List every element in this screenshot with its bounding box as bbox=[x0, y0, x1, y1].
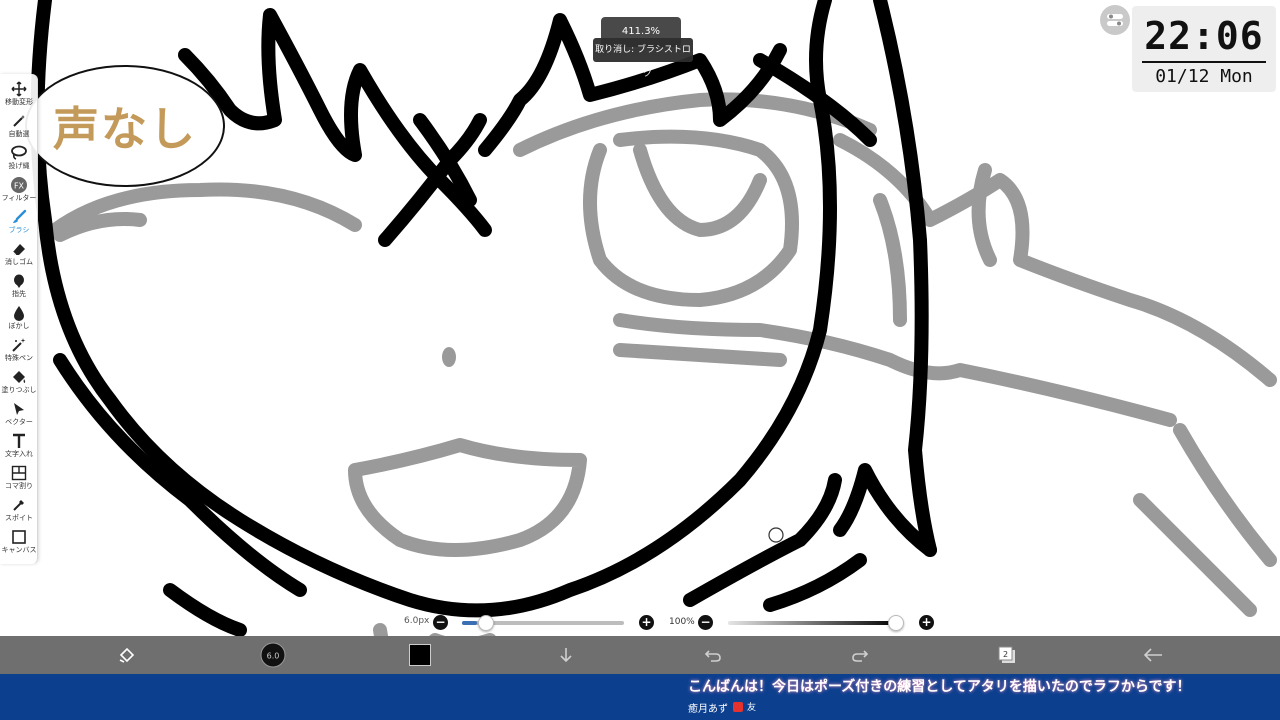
tool-label: 移動変形 bbox=[5, 98, 33, 106]
chat-author: 癒月あず bbox=[688, 704, 728, 715]
tool-label: フィルター bbox=[1, 194, 37, 202]
color-swatch bbox=[409, 644, 431, 666]
tool-label: 指先 bbox=[12, 290, 26, 298]
brush-slider-strip: 6.0px − + 100% − + bbox=[0, 610, 1280, 636]
tool-label: 投げ縄 bbox=[8, 162, 30, 170]
move-icon bbox=[10, 80, 28, 98]
tool-label: コマ割り bbox=[5, 482, 33, 490]
chat-ticker: こんばんは！今日はポーズ付きの練習としてアタリを描いたのでラフからです！ 癒月あ… bbox=[0, 674, 1280, 720]
tool-fill[interactable]: 塗りつぶし bbox=[0, 366, 38, 398]
tool-label: 文字入れ bbox=[5, 450, 33, 458]
tool-label: 自動選 bbox=[8, 130, 30, 138]
tool-canvas[interactable]: キャンバス bbox=[0, 526, 38, 558]
no-voice-bubble: 声なし bbox=[25, 65, 225, 187]
vector-icon bbox=[10, 400, 28, 418]
tool-sidebar: 移動変形 自動選 投げ縄 FX フィルター ブラシ 消しゴム 指先 ぼかし 特殊… bbox=[0, 74, 38, 564]
undo-toast: 取り消し: ブラシストローク bbox=[593, 38, 693, 79]
text-icon bbox=[10, 432, 28, 450]
tool-finger[interactable]: 指先 bbox=[0, 270, 38, 302]
member-badge-text: 友 bbox=[747, 703, 757, 713]
opacity-minus-button[interactable]: − bbox=[698, 615, 713, 630]
member-badge-icon bbox=[733, 702, 743, 712]
transform-button[interactable] bbox=[112, 640, 142, 670]
brush-size-knob[interactable] bbox=[477, 615, 494, 631]
download-icon bbox=[560, 648, 572, 663]
tool-lasso[interactable]: 投げ縄 bbox=[0, 142, 38, 174]
opacity-knob[interactable] bbox=[888, 615, 904, 631]
clock-date: 01/12 Mon bbox=[1155, 66, 1253, 87]
tool-label: キャンバス bbox=[1, 546, 37, 554]
color-button[interactable] bbox=[405, 640, 435, 670]
brush-size-value: 6.0px bbox=[404, 616, 430, 626]
brush-size-button[interactable]: 6.0 bbox=[258, 640, 288, 670]
opacity-value: 100% bbox=[669, 617, 695, 627]
tool-move[interactable]: 移動変形 bbox=[0, 78, 38, 110]
tool-label: 特殊ペン bbox=[5, 354, 33, 362]
finger-icon bbox=[10, 272, 28, 290]
rough-sketch-layer bbox=[48, 92, 1277, 636]
eraser-icon bbox=[10, 240, 28, 258]
chat-message: こんばんは！今日はポーズ付きの練習としてアタリを描いたのでラフからです！ bbox=[688, 679, 1191, 695]
layers-icon: 2 bbox=[998, 646, 1015, 663]
save-button[interactable] bbox=[551, 640, 581, 670]
brush-size-icon: 6.0 bbox=[260, 642, 286, 668]
panel-icon bbox=[10, 464, 28, 482]
fill-icon bbox=[10, 368, 28, 386]
redo-icon bbox=[852, 650, 869, 662]
tool-brush[interactable]: ブラシ bbox=[0, 206, 38, 238]
clock-widget: 22:06 01/12 Mon bbox=[1132, 6, 1276, 92]
blur-icon bbox=[10, 304, 28, 322]
tool-label: ぼかし bbox=[8, 322, 30, 330]
tool-special-pen[interactable]: 特殊ペン bbox=[0, 334, 38, 366]
tool-label: ベクター bbox=[5, 418, 33, 426]
brush-size-minus-button[interactable]: − bbox=[433, 615, 448, 630]
tool-label: スポイト bbox=[5, 514, 33, 522]
tool-blur[interactable]: ぼかし bbox=[0, 302, 38, 334]
svg-text:FX: FX bbox=[14, 182, 25, 191]
opacity-track[interactable] bbox=[728, 621, 898, 625]
eyedropper-icon bbox=[10, 496, 28, 514]
tool-filter[interactable]: FX フィルター bbox=[0, 174, 38, 206]
layers-button[interactable]: 2 bbox=[992, 640, 1022, 670]
transform-icon bbox=[119, 647, 135, 663]
tool-label: 消しゴム bbox=[5, 258, 33, 266]
tool-eyedropper[interactable]: スポイト bbox=[0, 494, 38, 526]
opacity-plus-button[interactable]: + bbox=[919, 615, 934, 630]
special-pen-icon bbox=[10, 336, 28, 354]
back-icon bbox=[1143, 648, 1162, 662]
tool-text[interactable]: 文字入れ bbox=[0, 430, 38, 462]
tool-label: ブラシ bbox=[8, 226, 30, 234]
brush-icon bbox=[10, 208, 28, 226]
undo-icon bbox=[704, 650, 721, 662]
lasso-icon bbox=[10, 144, 28, 162]
tool-eraser[interactable]: 消しゴム bbox=[0, 238, 38, 270]
fx-icon: FX bbox=[10, 176, 28, 194]
no-voice-label: 声なし bbox=[53, 102, 197, 156]
bottom-action-bar: 6.0 2 bbox=[0, 636, 1280, 674]
redo-button[interactable] bbox=[845, 640, 875, 670]
back-button[interactable] bbox=[1138, 640, 1168, 670]
brush-cursor-icon bbox=[768, 527, 784, 543]
tool-label: 塗りつぶし bbox=[1, 386, 37, 394]
toggle-icon bbox=[1107, 14, 1123, 26]
tool-magic-wand[interactable]: 自動選 bbox=[0, 110, 38, 142]
svg-text:2: 2 bbox=[1003, 650, 1008, 659]
nose-mark bbox=[442, 347, 456, 367]
tool-vector[interactable]: ベクター bbox=[0, 398, 38, 430]
undo-button[interactable] bbox=[698, 640, 728, 670]
settings-toggle-button[interactable] bbox=[1100, 5, 1130, 35]
tool-panel[interactable]: コマ割り bbox=[0, 462, 38, 494]
svg-text:6.0: 6.0 bbox=[267, 652, 280, 661]
canvas-icon bbox=[10, 528, 28, 546]
drawing-app-screen: 声なし 移動変形 自動選 投げ縄 FX フィルター ブラシ 消しゴム 指先 ぼか… bbox=[0, 0, 1280, 720]
magic-wand-icon bbox=[10, 112, 28, 130]
clock-divider bbox=[1142, 61, 1266, 63]
brush-size-plus-button[interactable]: + bbox=[639, 615, 654, 630]
clock-time: 22:06 bbox=[1144, 14, 1264, 58]
brush-size-fill bbox=[462, 621, 477, 625]
